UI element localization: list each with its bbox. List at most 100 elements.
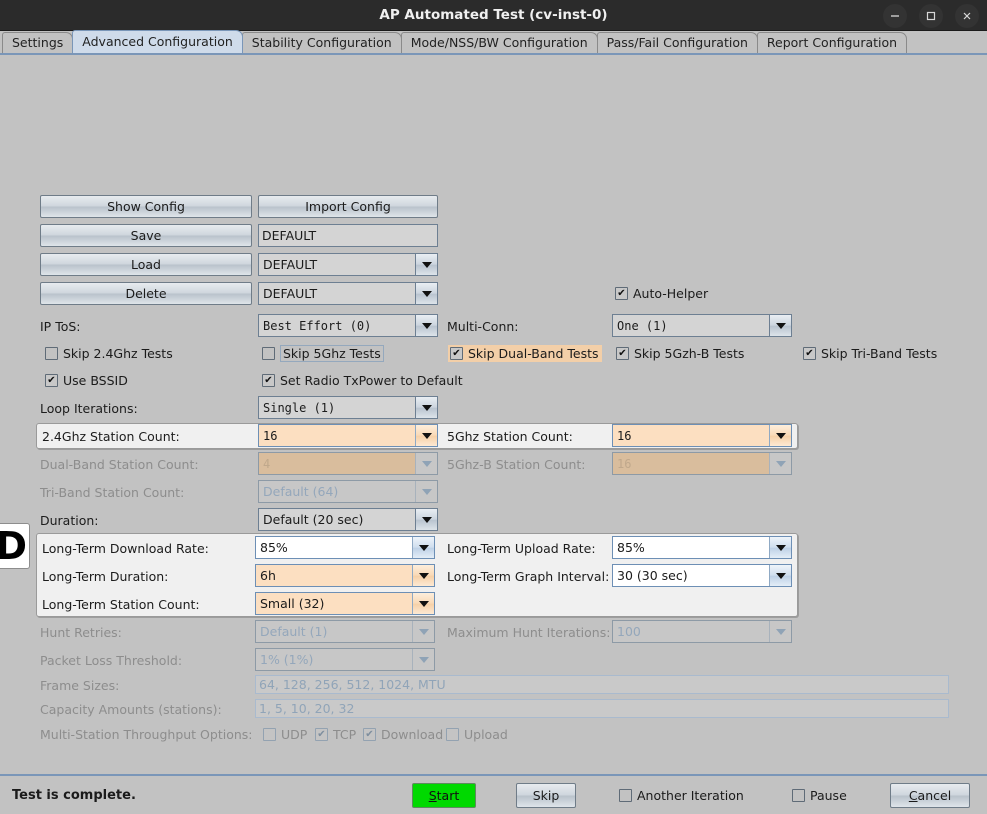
long-term-download-rate-value: 85% — [256, 537, 412, 558]
sta-5ghz-b-count-value: 16 — [613, 453, 769, 474]
another-iteration-label: Another Iteration — [637, 787, 744, 803]
long-term-graph-interval-label: Long-Term Graph Interval: — [447, 569, 610, 584]
skip-dual-band-tests-checkbox[interactable]: ✔ Skip Dual-Band Tests — [448, 345, 602, 362]
duration-select[interactable]: Default (20 sec) — [258, 508, 438, 531]
mst-upload-label: Upload — [464, 727, 508, 742]
long-term-upload-rate-select[interactable]: 85% — [612, 536, 792, 559]
another-iteration-checkbox[interactable]: Another Iteration — [619, 788, 744, 803]
sta-5ghz-count-select[interactable]: 16 — [612, 424, 792, 447]
mst-udp-label: UDP — [281, 727, 308, 742]
duration-value: Default (20 sec) — [263, 512, 364, 527]
mst-tcp-checkbox: ✔ TCP — [315, 727, 356, 742]
multi-conn-label: Multi-Conn: — [447, 319, 519, 334]
sta-tri-band-count-label: Tri-Band Station Count: — [40, 485, 185, 500]
cancel-button[interactable]: Cancel — [890, 782, 970, 808]
skip-24ghz-tests-label: Skip 2.4Ghz Tests — [63, 346, 173, 361]
capacity-amounts-label: Capacity Amounts (stations): — [40, 702, 222, 717]
chevron-down-icon — [415, 425, 437, 446]
maximize-icon[interactable] — [919, 3, 943, 28]
tab-stability-configuration[interactable]: Stability Configuration — [241, 32, 402, 53]
max-hunt-iterations-label: Maximum Hunt Iterations: — [447, 625, 611, 640]
skip-tri-band-tests-checkbox[interactable]: ✔ Skip Tri-Band Tests — [803, 346, 937, 361]
checkbox-icon: ✔ — [45, 374, 58, 387]
cancel-button-label: Cancel — [908, 787, 952, 803]
minimize-icon[interactable] — [883, 3, 907, 28]
chevron-down-icon — [769, 425, 791, 446]
window-title: AP Automated Test (cv-inst-0) — [379, 7, 608, 23]
long-term-station-count-label: Long-Term Station Count: — [42, 597, 200, 612]
checkbox-icon — [446, 728, 459, 741]
checkbox-icon — [45, 347, 58, 360]
skip-5ghz-b-tests-checkbox[interactable]: ✔ Skip 5Gzh-B Tests — [616, 346, 744, 361]
advanced-configuration-panel: Show Config Import Config Save DEFAULT L… — [0, 55, 987, 771]
skip-tri-band-tests-label: Skip Tri-Band Tests — [821, 346, 938, 361]
ip-tos-value: Best Effort (0) — [263, 318, 372, 333]
skip-24ghz-tests-checkbox[interactable]: Skip 2.4Ghz Tests — [45, 346, 173, 361]
long-term-station-count-value: Small (32) — [256, 593, 412, 614]
long-term-station-count-select[interactable]: Small (32) — [255, 592, 435, 615]
long-term-duration-select[interactable]: 6h — [255, 564, 435, 587]
sta-tri-band-count-select: Default (64) — [258, 480, 438, 503]
load-config-select[interactable]: DEFAULT — [258, 253, 438, 276]
hunt-retries-value: Default (1) — [260, 624, 328, 639]
configuration-form: Show Config Import Config Save DEFAULT L… — [0, 55, 987, 771]
delete-button[interactable]: Delete — [40, 282, 252, 305]
chevron-down-icon — [769, 565, 791, 586]
tab-report-configuration[interactable]: Report Configuration — [756, 32, 908, 53]
skip-5ghz-tests-checkbox[interactable]: Skip 5Ghz Tests — [262, 345, 384, 362]
hunt-retries-select: Default (1) — [255, 620, 435, 643]
tab-bar: Settings Advanced Configuration Stabilit… — [0, 30, 987, 55]
chevron-down-icon — [769, 537, 791, 558]
chevron-down-icon — [769, 621, 791, 642]
import-config-button[interactable]: Import Config — [258, 195, 438, 218]
set-radio-txpower-checkbox[interactable]: ✔ Set Radio TxPower to Default — [262, 373, 463, 388]
long-term-graph-interval-select[interactable]: 30 (30 sec) — [612, 564, 792, 587]
tab-pass-fail-configuration[interactable]: Pass/Fail Configuration — [596, 32, 758, 53]
chevron-down-icon — [415, 283, 437, 304]
sta-5ghz-b-count-label: 5Ghz-B Station Count: — [447, 457, 586, 472]
use-bssid-checkbox[interactable]: ✔ Use BSSID — [45, 373, 128, 388]
sta-24ghz-count-select[interactable]: 16 — [258, 424, 438, 447]
mst-tcp-label: TCP — [333, 727, 357, 742]
mst-udp-checkbox: UDP — [263, 727, 307, 742]
chevron-down-icon — [415, 397, 437, 418]
load-config-value: DEFAULT — [263, 257, 318, 272]
checkbox-icon: ✔ — [262, 374, 275, 387]
delete-config-select[interactable]: DEFAULT — [258, 282, 438, 305]
long-term-download-rate-select[interactable]: 85% — [255, 536, 435, 559]
sta-dual-band-count-value: 4 — [259, 453, 415, 474]
ip-tos-select[interactable]: Best Effort (0) — [258, 314, 438, 337]
hunt-retries-label: Hunt Retries: — [40, 625, 122, 640]
capacity-amounts-input: 1, 5, 10, 20, 32 — [255, 699, 949, 718]
mst-options-label: Multi-Station Throughput Options: — [40, 727, 253, 742]
save-button[interactable]: Save — [40, 224, 252, 247]
save-name-input[interactable]: DEFAULT — [258, 224, 438, 247]
start-button[interactable]: Start — [412, 782, 476, 808]
pause-label: Pause — [810, 787, 847, 803]
max-hunt-iterations-select: 100 — [612, 620, 792, 643]
multi-conn-value: One (1) — [617, 318, 668, 333]
checkbox-icon: ✔ — [615, 287, 628, 300]
tab-mode-nss-bw-configuration[interactable]: Mode/NSS/BW Configuration — [400, 32, 598, 53]
skip-5ghz-b-tests-label: Skip 5Gzh-B Tests — [634, 346, 745, 361]
long-term-duration-value: 6h — [256, 565, 412, 586]
multi-conn-select[interactable]: One (1) — [612, 314, 792, 337]
loop-iterations-label: Loop Iterations: — [40, 401, 138, 416]
skip-button[interactable]: Skip — [516, 782, 576, 808]
frame-sizes-label: Frame Sizes: — [40, 678, 120, 693]
packet-loss-threshold-select: 1% (1%) — [255, 648, 435, 671]
close-icon[interactable] — [955, 3, 979, 28]
auto-helper-checkbox[interactable]: ✔ Auto-Helper — [615, 286, 708, 301]
tab-advanced-configuration[interactable]: Advanced Configuration — [72, 30, 243, 53]
loop-iterations-select[interactable]: Single (1) — [258, 396, 438, 419]
tab-settings[interactable]: Settings — [2, 32, 74, 53]
long-term-download-rate-label: Long-Term Download Rate: — [42, 541, 209, 556]
sta-dual-band-count-select: 4 — [258, 452, 438, 475]
chevron-down-icon — [415, 481, 437, 502]
sta-24ghz-count-value: 16 — [259, 425, 415, 446]
show-config-button[interactable]: Show Config — [40, 195, 252, 218]
pause-checkbox[interactable]: Pause — [792, 788, 847, 803]
chevron-down-icon — [412, 565, 434, 586]
window-titlebar: AP Automated Test (cv-inst-0) — [0, 0, 987, 31]
load-button[interactable]: Load — [40, 253, 252, 276]
